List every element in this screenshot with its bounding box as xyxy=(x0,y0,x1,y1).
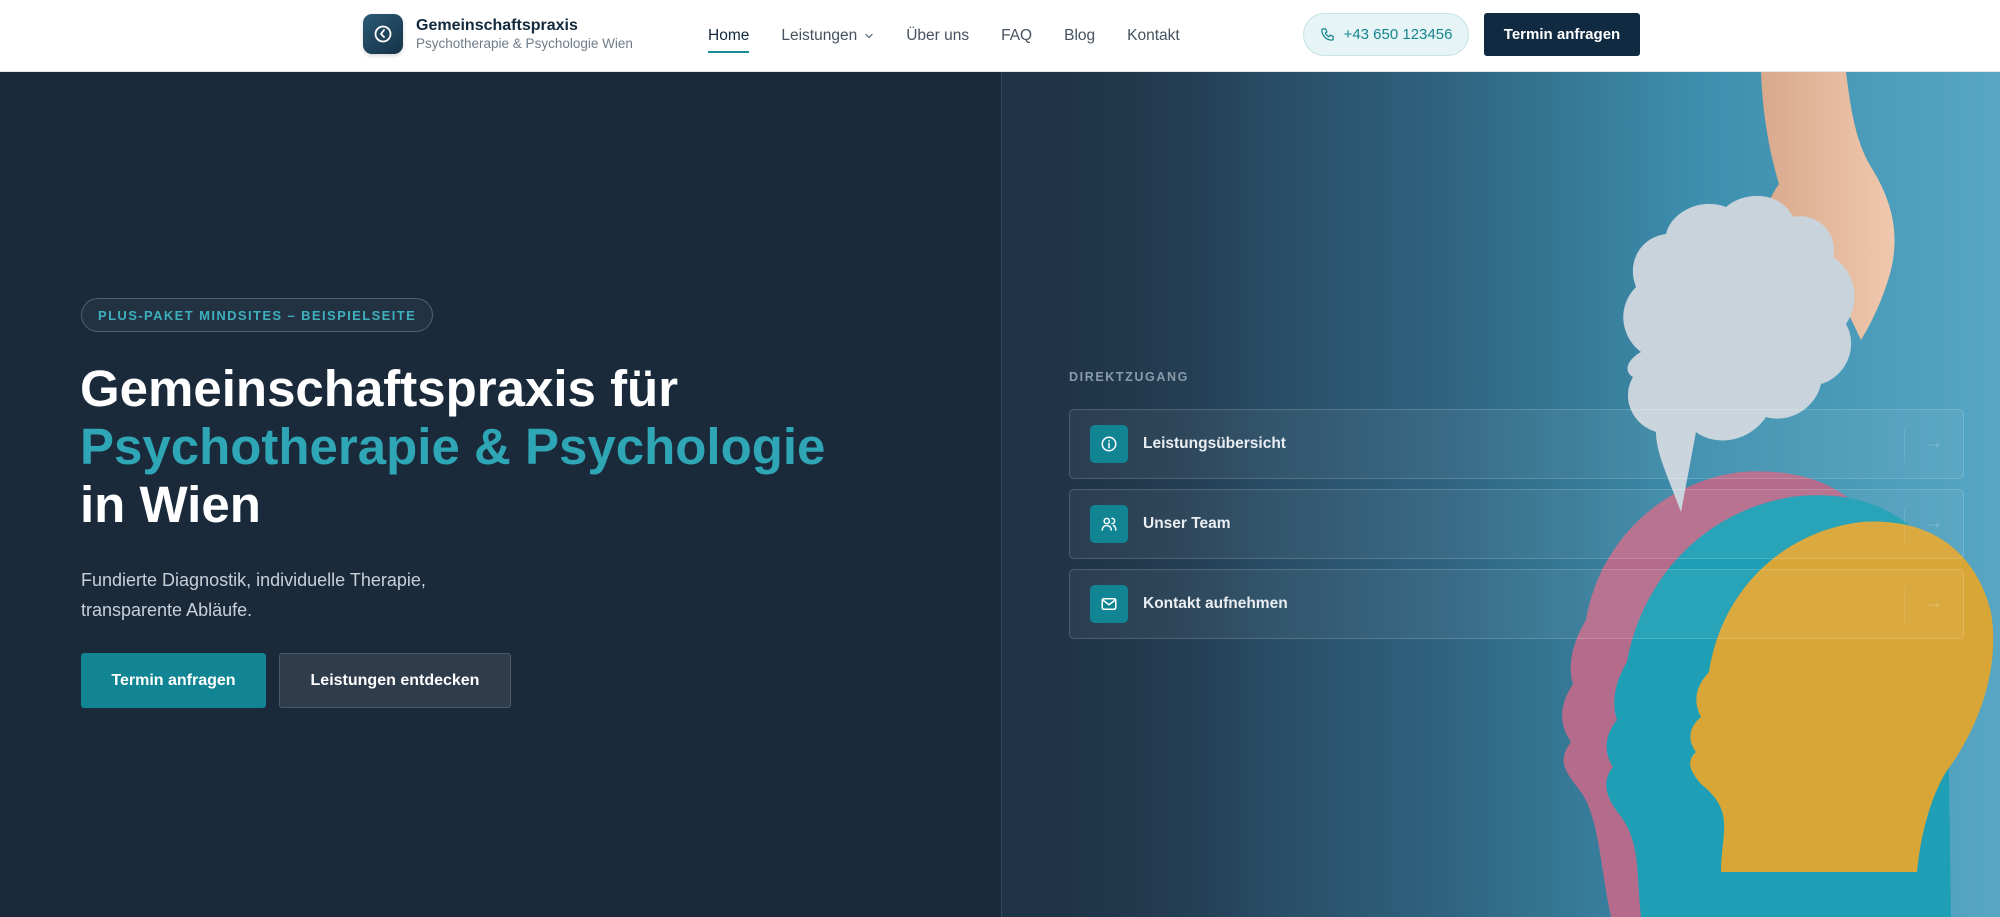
brand-logo xyxy=(363,14,403,54)
nav-item-faq[interactable]: FAQ xyxy=(1001,0,1032,72)
hero-appointment-button[interactable]: Termin anfragen xyxy=(81,653,266,708)
nav-item-kontakt[interactable]: Kontakt xyxy=(1127,0,1180,72)
hero-title: Gemeinschaftspraxis für Psychotherapie &… xyxy=(80,360,960,534)
direktzugang-item-label: Leistungsübersicht xyxy=(1143,435,1286,452)
direktzugang-item-label: Unser Team xyxy=(1143,515,1231,532)
info-icon xyxy=(1090,425,1128,463)
direktzugang-item-label: Kontakt aufnehmen xyxy=(1143,595,1288,612)
hero-section: PLUS-PAKET MINDSITES – BEISPIELSEITE Gem… xyxy=(0,72,2000,917)
nav-item-blog[interactable]: Blog xyxy=(1064,0,1095,72)
divider xyxy=(1904,428,1905,462)
arrow-right-icon: → xyxy=(1925,592,1943,612)
hero-lead: Fundierte Diagnostik, individuelle Thera… xyxy=(81,565,521,625)
nav-item-home[interactable]: Home xyxy=(708,0,750,72)
direktzugang-item-team[interactable]: Unser Team → xyxy=(1069,489,1964,559)
clock-icon xyxy=(374,25,392,43)
divider xyxy=(1904,588,1905,622)
nav-item-ueber-uns[interactable]: Über uns xyxy=(906,0,969,72)
phone-icon xyxy=(1320,27,1335,42)
direktzugang-label: DIREKTZUGANG xyxy=(1069,370,1189,384)
phone-button[interactable]: +43 650 123456 xyxy=(1303,13,1469,56)
direktzugang-item-kontakt[interactable]: Kontakt aufnehmen → xyxy=(1069,569,1964,639)
hero-title-line-2: Psychotherapie & Psychologie xyxy=(80,418,826,475)
site-header: Gemeinschaftspraxis Psychotherapie & Psy… xyxy=(0,0,2000,72)
chevron-down-icon xyxy=(864,31,874,41)
hero-badge: PLUS-PAKET MINDSITES – BEISPIELSEITE xyxy=(81,298,434,332)
arrow-right-icon: → xyxy=(1925,432,1943,452)
hero-title-line-3: in Wien xyxy=(80,476,261,533)
users-icon xyxy=(1090,505,1128,543)
direktzugang-item-leistungen[interactable]: Leistungsübersicht → xyxy=(1069,409,1964,479)
direktzugang-list: Leistungsübersicht → Unser Team → Kontak… xyxy=(1069,409,1964,649)
vertical-divider xyxy=(1001,72,1002,917)
nav-item-leistungen-label: Leistungen xyxy=(781,27,858,44)
brand[interactable]: Gemeinschaftspraxis Psychotherapie & Psy… xyxy=(363,14,633,54)
divider xyxy=(1904,508,1905,542)
arrow-right-icon: → xyxy=(1925,512,1943,532)
hero-services-button[interactable]: Leistungen entdecken xyxy=(279,653,511,708)
nav-item-leistungen[interactable]: Leistungen xyxy=(781,0,874,72)
main-nav: Home Leistungen Über uns FAQ Blog Kontak… xyxy=(708,0,1212,72)
hero-lead-line-1: Fundierte Diagnostik, individuelle Thera… xyxy=(81,570,426,590)
brand-subtitle: Psychotherapie & Psychologie Wien xyxy=(416,36,633,51)
brand-title: Gemeinschaftspraxis xyxy=(416,17,578,34)
mail-icon xyxy=(1090,585,1128,623)
hero-lead-line-2: transparente Abläufe. xyxy=(81,600,253,620)
hero-title-line-1: Gemeinschaftspraxis für xyxy=(80,360,679,417)
phone-number: +43 650 123456 xyxy=(1343,26,1453,43)
header-appointment-button[interactable]: Termin anfragen xyxy=(1484,13,1640,56)
